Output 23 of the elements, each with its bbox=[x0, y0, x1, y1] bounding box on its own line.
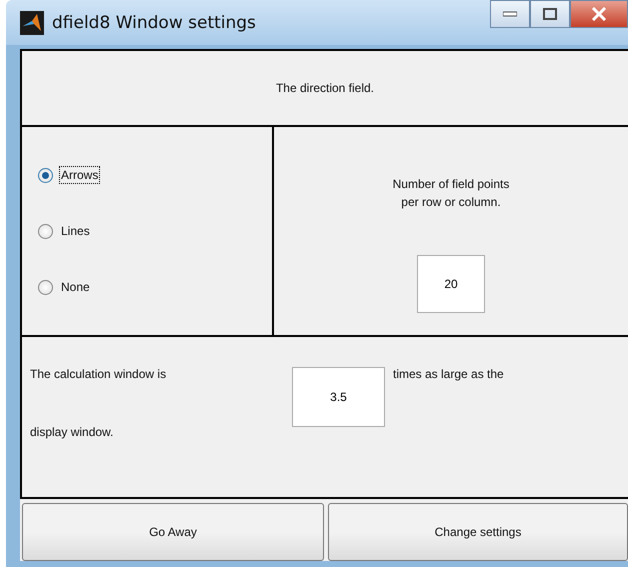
field-points-label: Number of field points per row or column. bbox=[392, 176, 510, 211]
maximize-icon bbox=[543, 8, 557, 20]
app-icon bbox=[20, 10, 44, 34]
change-settings-button[interactable]: Change settings bbox=[328, 503, 628, 561]
calculation-input[interactable]: 3.5 bbox=[292, 367, 385, 427]
radio-button[interactable] bbox=[38, 224, 53, 238]
radio-option[interactable]: Lines bbox=[38, 222, 272, 240]
radio-option[interactable]: None bbox=[38, 278, 272, 296]
calculation-label: times as large as the bbox=[393, 367, 504, 381]
radio-button[interactable] bbox=[38, 168, 53, 182]
minimize-button[interactable] bbox=[490, 0, 530, 28]
maximize-button[interactable] bbox=[530, 0, 570, 28]
field-points-input[interactable]: 20 bbox=[417, 255, 485, 313]
calculation-label: The calculation window is bbox=[30, 367, 168, 381]
close-button[interactable] bbox=[570, 0, 628, 28]
radio-option[interactable]: Arrows bbox=[38, 166, 272, 184]
radio-button[interactable] bbox=[38, 280, 53, 294]
close-icon bbox=[591, 7, 607, 21]
go-away-button[interactable]: Go Away bbox=[22, 503, 324, 561]
minimize-icon bbox=[503, 11, 517, 17]
section-title: The direction field. bbox=[276, 81, 374, 95]
window-title: dfield8 Window settings bbox=[52, 12, 256, 32]
calculation-label: display window. bbox=[30, 425, 114, 439]
